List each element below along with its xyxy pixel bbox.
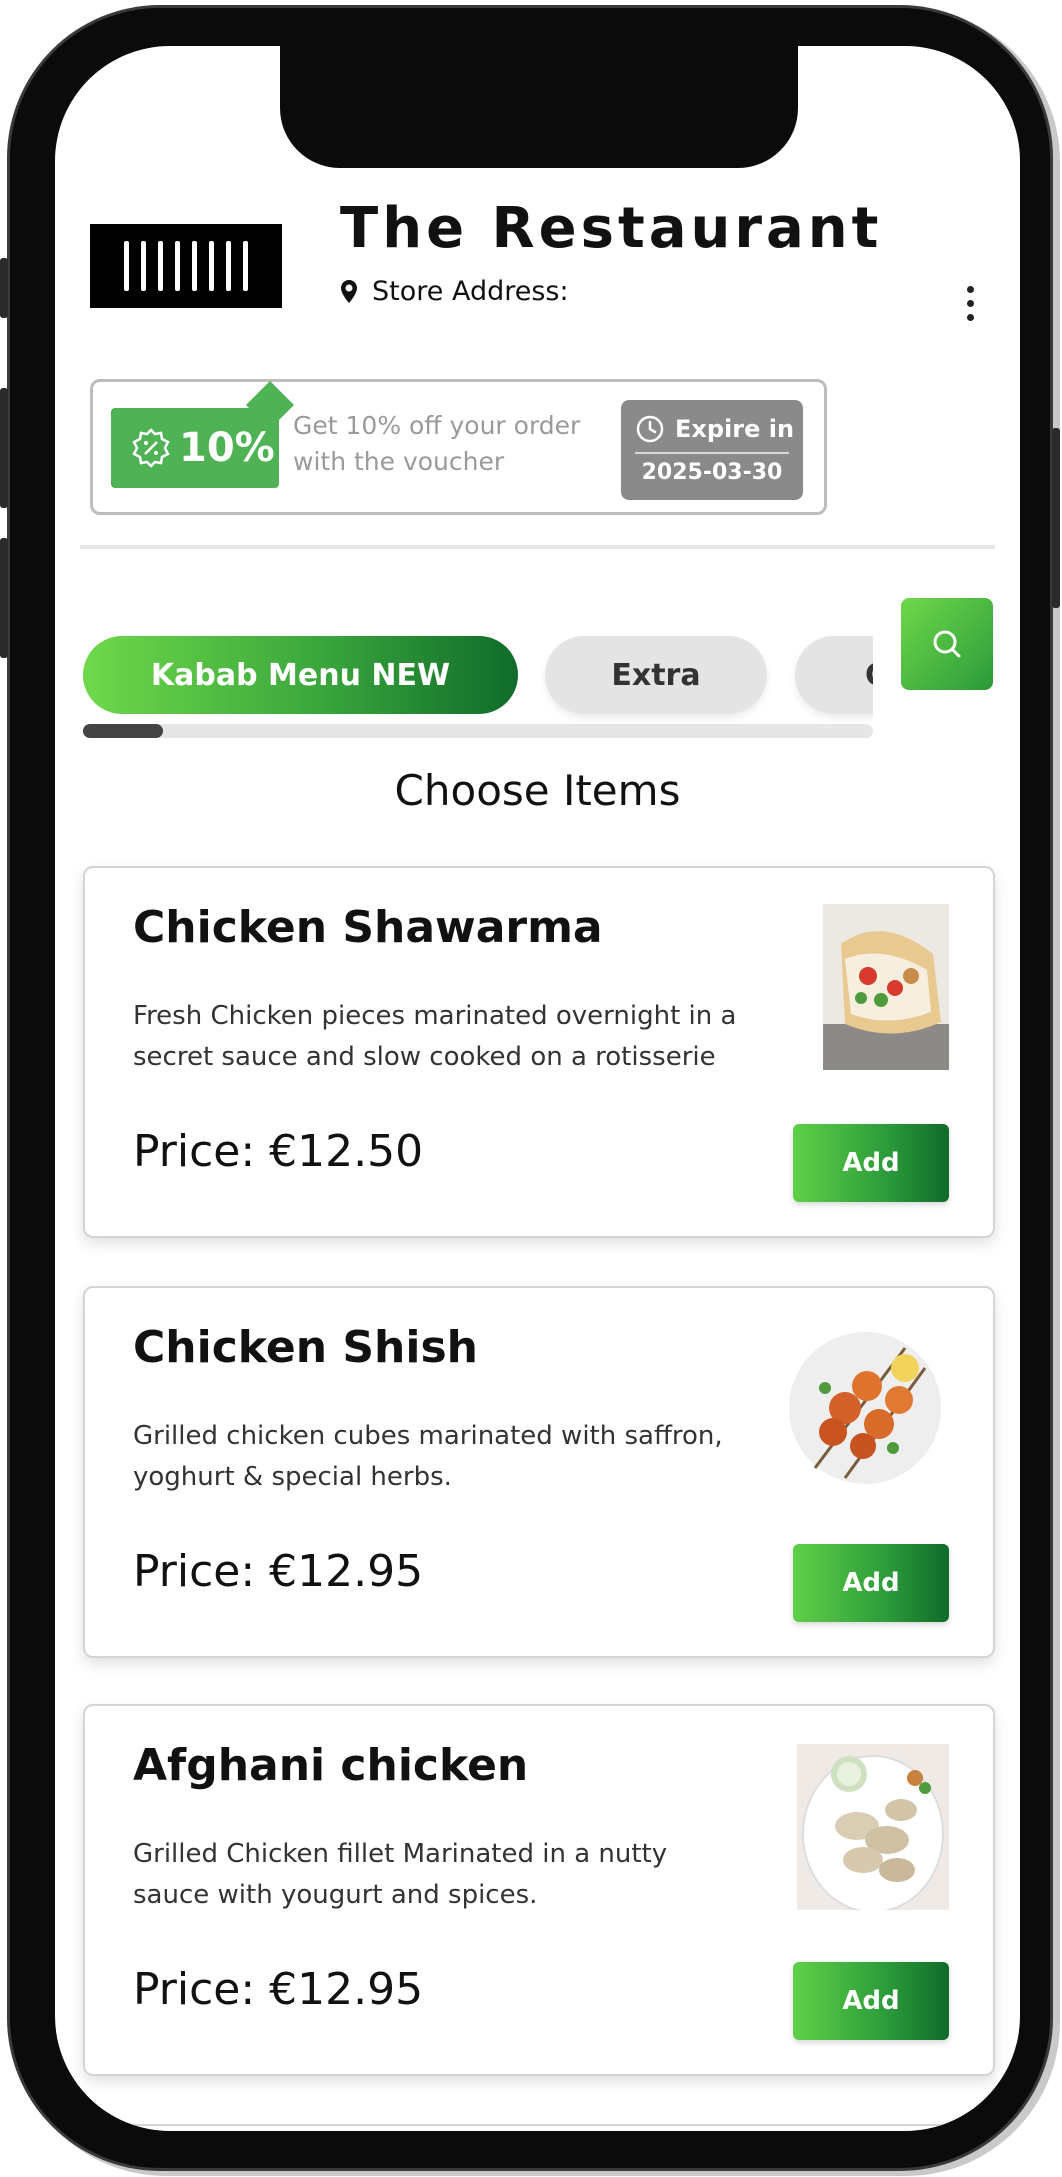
voucher-banner[interactable]: 10% Get 10% off your order with the vouc… [90,379,827,515]
expire-label: Expire in [675,415,795,443]
tabs-scrollbar[interactable] [83,724,873,738]
item-description: Grilled Chicken fillet Marinated in a nu… [133,1834,783,1916]
afghani-chicken-photo [797,1744,949,1910]
discount-badge-icon [132,428,170,468]
add-button[interactable]: Add [793,1962,949,2040]
scrollbar-thumb[interactable] [83,724,163,738]
voucher-discount: 10% [179,425,275,471]
menu-item-card[interactable]: Afghani chicken Grilled Chicken fillet M… [83,1704,995,2076]
expire-date: 2025-03-30 [641,460,783,485]
item-description: Fresh Chicken pieces marinated overnight… [133,996,783,1078]
shawarma-photo [823,904,949,1070]
notch [280,46,798,168]
category-tabs: Kabab Menu NEW Extra C [55,586,873,736]
next-card-edge [83,2124,995,2131]
section-title: Choose Items [394,766,681,815]
header-divider [80,545,995,549]
item-description-line: Grilled Chicken fillet Marinated in a nu… [133,1839,668,1869]
chicken-shish-photo [785,1328,945,1488]
search-icon [933,630,961,658]
volume-up-button [0,388,8,508]
app-screen: The Restaurant Store Address: 10% Get 10… [55,46,1020,2131]
item-price: Price: €12.50 [133,1126,424,1177]
item-name: Chicken Shawarma [133,902,603,953]
power-button [1052,428,1060,608]
item-description-line: yoghurt & special herbs. [133,1462,452,1492]
menu-item-card[interactable]: Chicken Shawarma Fresh Chicken pieces ma… [83,866,995,1238]
voucher-line-2: with the voucher [293,447,505,476]
menu-item-card[interactable]: Chicken Shish Grilled chicken cubes mari… [83,1286,995,1658]
restaurant-name: The Restaurant [340,196,883,261]
item-description-line: sauce with yougurt and spices. [133,1880,538,1910]
item-price: Price: €12.95 [133,1964,424,2015]
more-options-icon[interactable] [963,286,977,321]
location-pin-icon [341,279,357,303]
voucher-description: Get 10% off your order with the voucher [293,408,580,480]
item-description: Grilled chicken cubes marinated with saf… [133,1416,783,1498]
add-button[interactable]: Add [793,1544,949,1622]
volume-down-button [0,538,8,658]
store-address-label: Store Address: [372,276,569,307]
voucher-expiry-box: Expire in 2025-03-30 [621,400,803,500]
store-address: Store Address: [340,276,569,307]
phone-frame: The Restaurant Store Address: 10% Get 10… [0,8,1060,2168]
add-button[interactable]: Add [793,1124,949,1202]
voucher-line-1: Get 10% off your order [293,411,581,440]
tab-extra[interactable]: Extra [545,636,767,714]
item-description-line: secret sauce and slow cooked on a rotiss… [133,1042,716,1072]
tab-kabab-menu-new[interactable]: Kabab Menu NEW [83,636,518,714]
item-name: Chicken Shish [133,1322,478,1373]
item-description-line: Fresh Chicken pieces marinated overnight… [133,1001,737,1031]
item-price: Price: €12.95 [133,1546,424,1597]
item-description-line: Grilled chicken cubes marinated with saf… [133,1421,723,1451]
restaurant-logo [90,224,282,308]
clock-icon [636,415,664,443]
search-button[interactable] [901,598,993,690]
tab-partial[interactable]: C [795,636,873,714]
mute-switch [0,258,8,318]
item-name: Afghani chicken [133,1740,529,1791]
voucher-discount-tag: 10% [111,408,279,488]
